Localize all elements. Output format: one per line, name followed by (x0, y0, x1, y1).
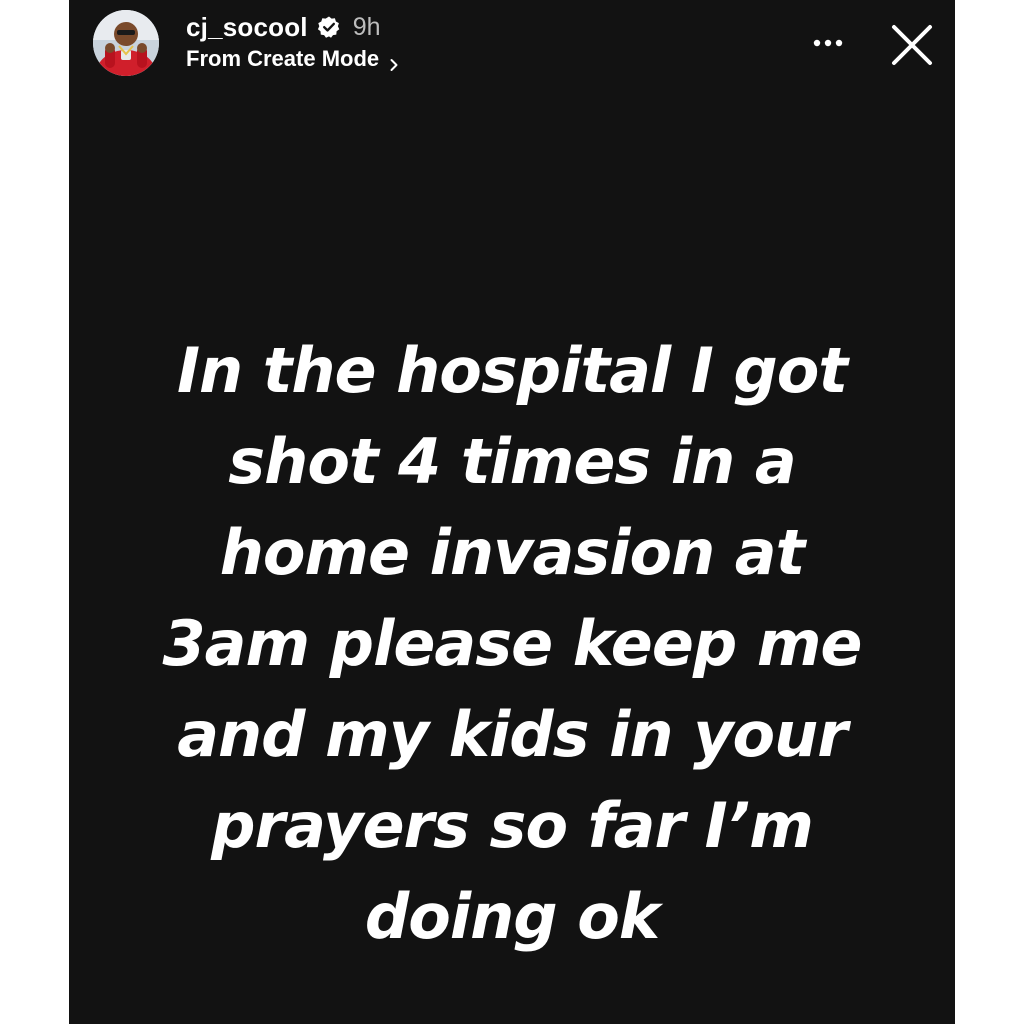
story-text-line: and my kids in your (177, 698, 848, 771)
story-text-line: 3am please keep me (162, 607, 863, 680)
verified-badge-icon (317, 15, 341, 39)
story-text-line: prayers so far I’m (211, 789, 814, 862)
story-text-line: home invasion at (219, 516, 806, 589)
story-header: cj_socool 9h From Create Mode (69, 0, 955, 90)
avatar-image (93, 10, 159, 76)
story-text-line: In the hospital I got (176, 334, 848, 407)
more-options-icon (813, 39, 843, 47)
more-options-button[interactable] (811, 32, 845, 54)
create-mode-label: From Create Mode (186, 46, 380, 71)
chevron-right-icon (387, 52, 401, 71)
close-button[interactable] (889, 22, 935, 68)
create-mode-link[interactable]: From Create Mode (186, 46, 401, 72)
user-line: cj_socool 9h (186, 12, 381, 42)
story-text-line: doing ok (364, 880, 660, 953)
username[interactable]: cj_socool (186, 12, 308, 43)
story-text: In the hospital I got shot 4 times in a … (109, 325, 915, 962)
story-text-line: shot 4 times in a (228, 425, 796, 498)
time-ago: 9h (352, 12, 381, 41)
avatar[interactable] (93, 10, 159, 76)
story-viewer: cj_socool 9h From Create Mode In the hos… (69, 0, 955, 1024)
close-icon (892, 25, 932, 65)
